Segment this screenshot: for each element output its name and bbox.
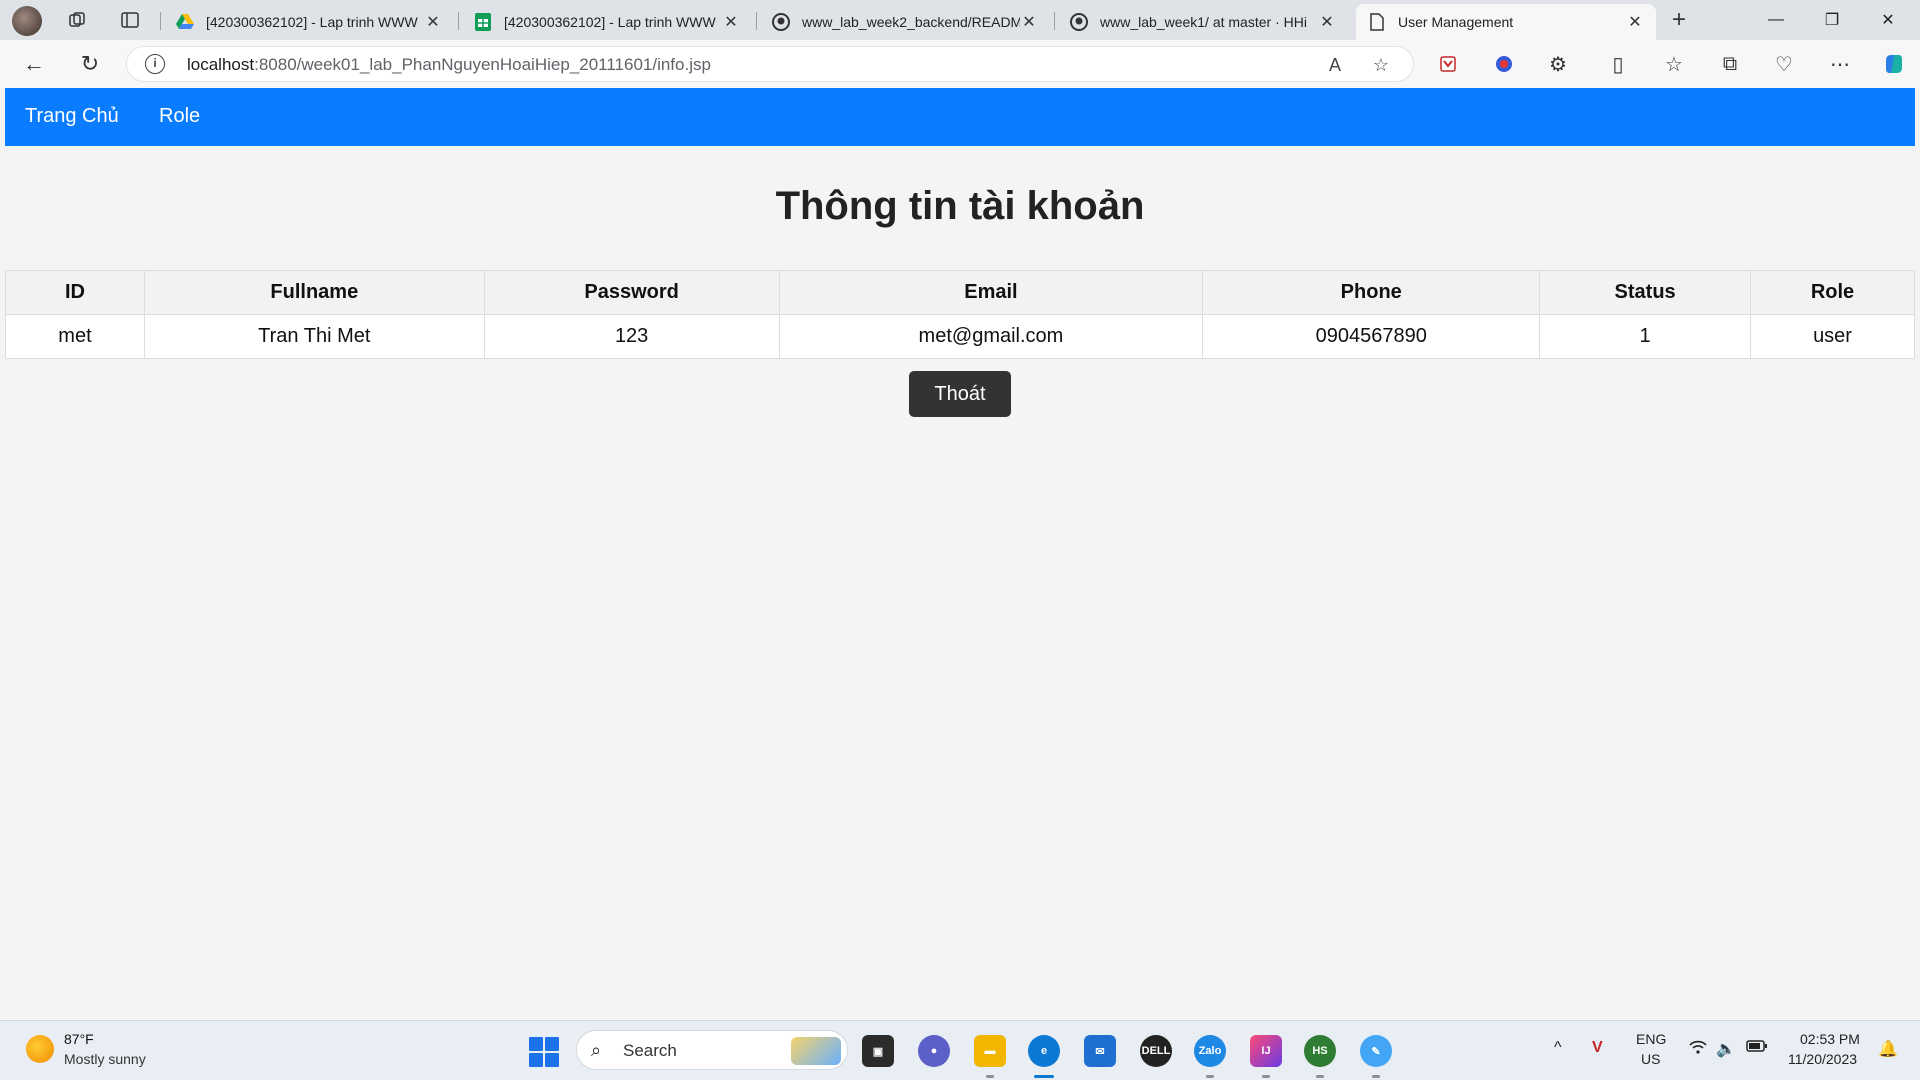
nav-link-role[interactable]: Role [159, 105, 200, 128]
tab-title: www_lab_week2_backend/README [802, 14, 1020, 30]
search-label: Search [623, 1041, 677, 1060]
tab-close-icon[interactable]: ✕ [722, 12, 740, 32]
zalo-icon[interactable]: Zalo [1194, 1035, 1226, 1067]
tab-title: www_lab_week1/ at master · HHi [1100, 14, 1307, 30]
clock-time[interactable]: 02:53 PM [1800, 1031, 1860, 1047]
address-bar[interactable]: i localhost:8080/week01_lab_PhanNguyenHo… [126, 46, 1414, 82]
site-info-icon[interactable]: i [145, 54, 165, 74]
workspaces-icon[interactable] [63, 6, 91, 34]
tab-close-icon[interactable]: ✕ [1020, 12, 1038, 32]
weather-sun-icon[interactable] [26, 1035, 54, 1063]
cell-phone: 0904567890 [1202, 314, 1541, 359]
file-explorer-icon[interactable]: ▬ [974, 1035, 1006, 1067]
dell-icon[interactable]: DELL [1140, 1035, 1172, 1067]
url-path: :8080/week01_lab_PhanNguyenHoaiHiep_2011… [254, 55, 711, 74]
tab-user-management[interactable]: User Management ✕ [1356, 4, 1656, 40]
language-indicator[interactable]: ENG [1636, 1031, 1666, 1047]
chat-icon[interactable]: ● [918, 1035, 950, 1067]
weather-description[interactable]: Mostly sunny [64, 1051, 146, 1067]
edge-icon[interactable]: e [1028, 1035, 1060, 1067]
vertical-tabs-icon[interactable] [116, 6, 144, 34]
table-row: met Tran Thi Met 123 met@gmail.com 09045… [5, 314, 1915, 359]
intellij-icon[interactable]: IJ [1250, 1035, 1282, 1067]
tab-title: User Management [1398, 14, 1514, 30]
close-window-button[interactable]: ✕ [1860, 0, 1916, 40]
split-screen-icon[interactable]: ▯ [1604, 50, 1632, 78]
column-header-role: Role [1750, 270, 1915, 315]
nav-link-home[interactable]: Trang Chủ [25, 105, 119, 128]
more-options-icon[interactable]: ⋯ [1826, 50, 1854, 78]
show-hidden-icons[interactable]: ^ [1554, 1039, 1562, 1057]
tab-github-readme[interactable]: www_lab_week2_backend/README ✕ [760, 4, 1050, 40]
extensions-icon[interactable]: ⚙ [1544, 50, 1572, 78]
cell-status: 1 [1539, 314, 1752, 359]
cell-id: met [5, 314, 145, 359]
url-text[interactable]: localhost:8080/week01_lab_PhanNguyenHoai… [187, 55, 711, 75]
tab-google-drive[interactable]: [420300362102] - Lap trinh WWW ✕ [164, 4, 454, 40]
region-indicator[interactable]: US [1641, 1051, 1660, 1067]
wifi-icon[interactable] [1688, 1039, 1708, 1060]
favorite-star-icon[interactable]: ☆ [1369, 53, 1393, 77]
column-header-status: Status [1539, 270, 1752, 315]
column-header-password: Password [483, 270, 780, 315]
favorites-icon[interactable]: ☆ [1660, 50, 1688, 78]
read-aloud-icon[interactable]: A [1323, 53, 1347, 77]
copilot-icon[interactable] [1880, 50, 1908, 78]
volume-icon[interactable]: 🔈 [1716, 1039, 1736, 1059]
tab-close-icon[interactable]: ✕ [424, 12, 442, 32]
table-header-row: ID Fullname Password Email Phone Status … [5, 270, 1915, 315]
column-header-phone: Phone [1202, 270, 1541, 315]
exit-button[interactable]: Thoát [909, 371, 1011, 417]
back-button[interactable]: ← [18, 48, 50, 80]
restore-button[interactable]: ❐ [1804, 0, 1860, 40]
hs-app-icon[interactable]: HS [1304, 1035, 1336, 1067]
taskbar-search[interactable]: ⌕ Search [576, 1030, 848, 1070]
mail-icon[interactable]: ✉ [1084, 1035, 1116, 1067]
task-view-icon[interactable]: ▣ [862, 1035, 894, 1067]
google-drive-icon [176, 13, 194, 31]
url-host: localhost [187, 55, 255, 74]
google-sheets-icon [474, 13, 492, 31]
search-icon: ⌕ [591, 1040, 602, 1060]
github-icon [772, 13, 790, 31]
extension-globe-icon[interactable] [1490, 50, 1518, 78]
browser-titlebar: [420300362102] - Lap trinh WWW ✕ [420300… [0, 0, 1920, 40]
new-tab-button[interactable]: + [1664, 6, 1694, 36]
page-icon [1368, 13, 1386, 31]
antivirus-icon[interactable]: V [1592, 1039, 1603, 1057]
tab-title: [420300362102] - Lap trinh WWW [206, 14, 418, 30]
page-title: Thông tin tài khoản [775, 184, 1145, 228]
column-header-fullname: Fullname [143, 270, 485, 315]
paint-icon[interactable]: ✎ [1360, 1035, 1392, 1067]
tab-github-week1[interactable]: www_lab_week1/ at master · HHi ✕ [1058, 4, 1348, 40]
top-navbar: Trang Chủ Role [5, 88, 1915, 146]
column-header-id: ID [5, 270, 145, 315]
battery-icon[interactable] [1746, 1039, 1768, 1058]
cell-role: user [1750, 314, 1915, 359]
clock-date[interactable]: 11/20/2023 [1788, 1051, 1857, 1067]
tab-google-sheets[interactable]: [420300362102] - Lap trinh WWW ✕ [462, 4, 752, 40]
cell-fullname: Tran Thi Met [143, 314, 485, 359]
browser-essentials-icon[interactable]: ♡ [1770, 50, 1798, 78]
column-header-email: Email [778, 270, 1204, 315]
collections-icon[interactable]: ⧉ [1716, 50, 1744, 78]
profile-avatar[interactable] [12, 6, 42, 36]
minimize-button[interactable]: — [1748, 0, 1804, 40]
tab-title: [420300362102] - Lap trinh WWW [504, 14, 716, 30]
account-info-table: ID Fullname Password Email Phone Status … [5, 270, 1915, 359]
start-button[interactable] [529, 1037, 559, 1067]
cell-email: met@gmail.com [778, 314, 1204, 359]
github-icon [1070, 13, 1088, 31]
extension-shield-icon[interactable] [1434, 50, 1462, 78]
cell-password: 123 [483, 314, 780, 359]
weather-temperature[interactable]: 87°F [64, 1031, 94, 1047]
browser-toolbar: ← ↻ i localhost:8080/week01_lab_PhanNguy… [0, 40, 1920, 88]
notifications-bell-icon[interactable]: 🔔 [1878, 1039, 1898, 1059]
page-content: Trang Chủ Role Thông tin tài khoản ID Fu… [5, 88, 1915, 1016]
taskbar: 87°F Mostly sunny ⌕ Search ▣ ● ▬ e ✉ DEL… [0, 1020, 1920, 1080]
search-highlight-icon [791, 1037, 841, 1065]
tab-close-icon[interactable]: ✕ [1318, 12, 1336, 32]
tab-close-icon[interactable]: ✕ [1626, 12, 1644, 32]
refresh-button[interactable]: ↻ [74, 48, 106, 80]
